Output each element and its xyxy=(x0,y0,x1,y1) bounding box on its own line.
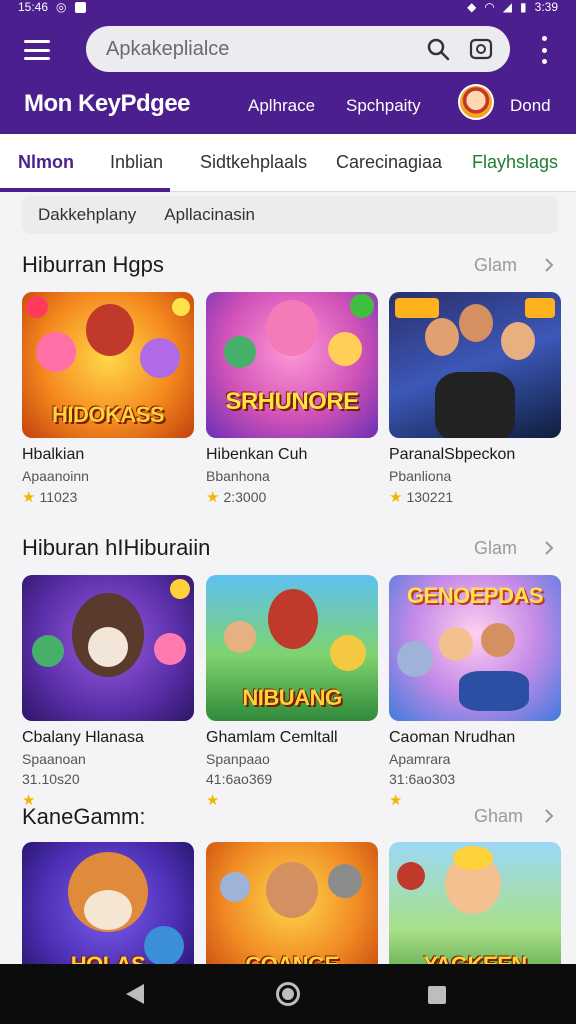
search-bar[interactable] xyxy=(86,26,510,72)
tab-nlmon[interactable]: Nlmon xyxy=(18,152,74,173)
section-title: Hiburran Hgps xyxy=(22,252,164,277)
back-icon[interactable] xyxy=(126,984,144,1004)
game-card[interactable]: Cbalany Hlanasa Spaanoan 31.10s20 ★ xyxy=(22,575,194,809)
star-icon: ★ xyxy=(389,489,403,506)
game-subtitle: Spaanoan xyxy=(22,751,86,767)
star-icon: ★ xyxy=(389,792,403,809)
rating-value: 31.10s20 xyxy=(22,771,80,787)
rating-value: 31:6ao303 xyxy=(389,771,456,787)
system-nav-bar xyxy=(0,964,576,1024)
chip-dakkehplany[interactable]: Dakkehplany xyxy=(38,205,136,225)
chevron-right-icon[interactable] xyxy=(542,258,556,272)
wifi-icon: ◠ xyxy=(484,0,495,14)
more-vert-icon[interactable] xyxy=(538,36,550,64)
battery-text: 3:39 xyxy=(534,0,558,14)
app-bar: Mon KeyPdgee Aplhrace Spchpaity Dond xyxy=(0,14,576,134)
game-card[interactable]: ParanalSbpeckon Pbanliona ★ 130221 xyxy=(389,292,561,506)
game-rating: 31.10s20 xyxy=(22,771,194,787)
game-subtitle: Pbanliona xyxy=(389,468,452,484)
game-thumbnail: HIDOKASS xyxy=(22,292,194,438)
search-input[interactable] xyxy=(106,37,420,61)
rating-value: 2:3000 xyxy=(223,489,267,505)
section-more-link[interactable]: Gham xyxy=(474,806,523,827)
avatar[interactable] xyxy=(458,84,494,120)
game-title: ParanalSbpeckon xyxy=(389,446,516,463)
game-title: Caoman Nrudhan xyxy=(389,729,516,746)
game-logo-text: NIBUANG xyxy=(242,685,342,710)
game-title: Hibenkan Cuh xyxy=(206,446,308,463)
tab-sidtkehplaals[interactable]: Sidtkehplaals xyxy=(200,152,307,173)
brand-title: Mon KeyPdgee xyxy=(24,90,191,117)
tab-bar: Nlmon Inblian Sidtkehplaals Carecinagiaa… xyxy=(0,134,576,192)
rating-value: 11023 xyxy=(39,489,78,505)
rating-value: 41:6ao369 xyxy=(206,771,273,787)
game-thumbnail xyxy=(389,292,561,438)
game-rating: ★ 2:3000 xyxy=(206,488,378,506)
user-name[interactable]: Dond xyxy=(510,96,551,116)
game-rating: ★ 130221 xyxy=(389,488,561,506)
section-title: Hiburan hIHiburaiin xyxy=(22,535,211,560)
chevron-right-icon[interactable] xyxy=(542,541,556,555)
game-card[interactable]: GENOEPDAS Caoman Nrudhan Apamrara 31:6ao… xyxy=(389,575,561,809)
message-icon xyxy=(74,1,86,13)
game-card[interactable]: NIBUANG Ghamlam Cemltall Spanpaao 41:6ao… xyxy=(206,575,378,809)
appbar-link-category[interactable]: Spchpaity xyxy=(346,96,421,116)
camera-lens-icon[interactable] xyxy=(464,32,498,66)
game-logo-text: GENOEPDAS xyxy=(406,583,544,608)
game-rating: ★ 11023 xyxy=(22,488,194,506)
game-thumbnail: NIBUANG xyxy=(206,575,378,721)
battery-icon: ▮ xyxy=(520,0,527,14)
game-subtitle: Spanpaao xyxy=(206,751,270,767)
active-tab-indicator xyxy=(0,188,170,192)
section-more-link[interactable]: Glam xyxy=(474,255,517,276)
hamburger-menu-icon[interactable] xyxy=(24,40,50,60)
game-thumbnail: SRHUNORE xyxy=(206,292,378,438)
game-title: Cbalany Hlanasa xyxy=(22,729,144,746)
notification-icon: ◎ xyxy=(56,0,67,14)
star-icon: ★ xyxy=(206,792,220,809)
chevron-right-icon[interactable] xyxy=(542,809,556,823)
game-card[interactable]: HIDOKASS Hbalkian Apaanoinn ★ 11023 xyxy=(22,292,194,506)
game-thumbnail xyxy=(22,575,194,721)
game-subtitle: Bbanhona xyxy=(206,468,270,484)
section-more-link[interactable]: Glam xyxy=(474,538,517,559)
appbar-link-apps[interactable]: Aplhrace xyxy=(248,96,315,116)
game-card[interactable]: SRHUNORE Hibenkan Cuh Bbanhona ★ 2:3000 xyxy=(206,292,378,506)
game-rating: 41:6ao369 xyxy=(206,771,378,787)
tab-inblian[interactable]: Inblian xyxy=(110,152,163,173)
search-icon[interactable] xyxy=(420,31,456,67)
rating-value: 130221 xyxy=(406,489,454,505)
game-rating: 31:6ao303 xyxy=(389,771,561,787)
game-thumbnail: GENOEPDAS xyxy=(389,575,561,721)
recent-apps-icon[interactable] xyxy=(428,986,446,1004)
game-title: Ghamlam Cemltall xyxy=(206,729,338,746)
game-subtitle: Apamrara xyxy=(389,751,451,767)
filter-chips: Dakkehplany Apllacinasin xyxy=(22,196,558,234)
game-stars: ★ xyxy=(206,791,378,809)
signal-icon: ◢ xyxy=(502,0,513,14)
game-title: Hbalkian xyxy=(22,446,85,463)
section-title: KaneGamm: xyxy=(22,804,146,829)
tab-carecinagiaa[interactable]: Carecinagiaa xyxy=(336,152,442,173)
star-icon: ★ xyxy=(206,489,220,506)
home-icon[interactable] xyxy=(276,982,300,1006)
tab-flayhslags[interactable]: Flayhslags xyxy=(472,152,558,173)
game-subtitle: Apaanoinn xyxy=(22,468,89,484)
game-logo-text: SRHUNORE xyxy=(225,388,359,415)
status-bar: 15:46 ◎ ◆ ◠ ◢ ▮ 3:39 xyxy=(0,0,576,14)
location-icon: ◆ xyxy=(467,0,477,14)
status-time: 15:46 xyxy=(18,0,49,14)
chip-apllacinasin[interactable]: Apllacinasin xyxy=(164,205,255,225)
star-icon: ★ xyxy=(22,489,36,506)
game-logo-text: HIDOKASS xyxy=(51,402,165,427)
